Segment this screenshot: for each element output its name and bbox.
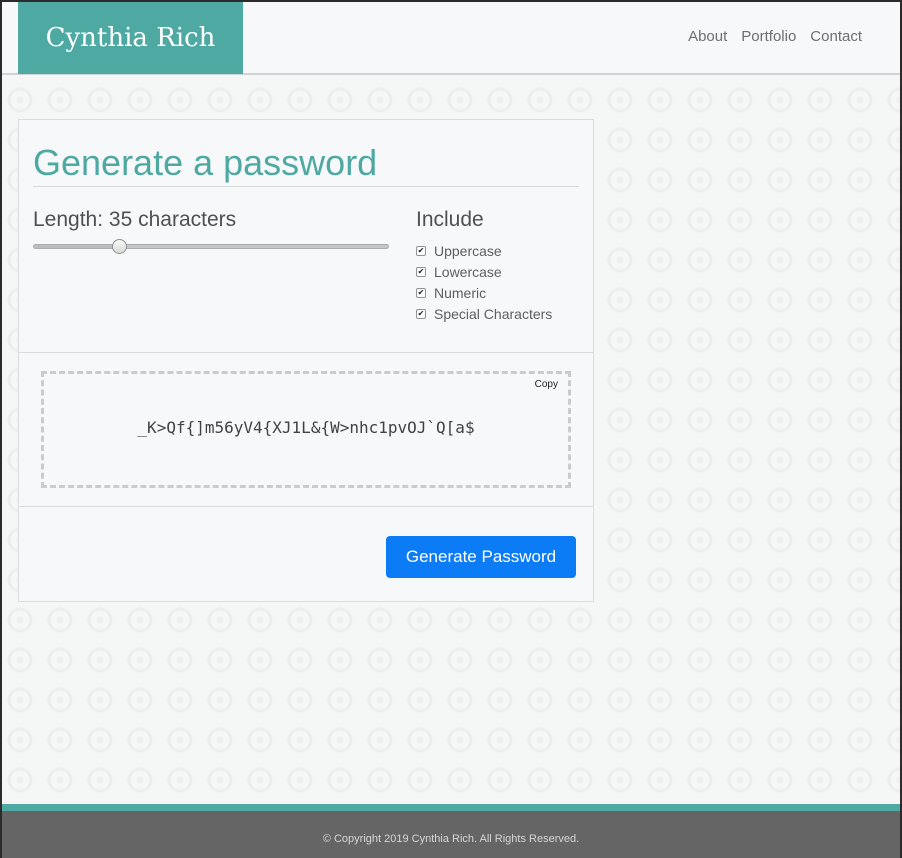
include-title: Include bbox=[416, 208, 484, 231]
window-edge-left bbox=[0, 0, 2, 858]
generate-password-button[interactable]: Generate Password bbox=[386, 536, 576, 578]
nav-contact-link[interactable]: Contact bbox=[810, 28, 862, 45]
length-slider[interactable] bbox=[33, 239, 389, 254]
option-special-characters[interactable]: ✔ Special Characters bbox=[416, 303, 552, 324]
include-options: Include ✔ Uppercase ✔ Lowercase ✔ Numeri… bbox=[416, 208, 552, 324]
uppercase-checkbox[interactable]: ✔ bbox=[416, 245, 426, 256]
main-nav: About Portfolio Contact bbox=[688, 28, 862, 45]
password-output-box: Copy _K>Qf{]m56yV4{XJ1L&{W>nhc1pvOJ`Q[a$ bbox=[41, 371, 571, 488]
section-divider bbox=[19, 352, 593, 353]
length-label: Length: 35 characters bbox=[33, 208, 237, 231]
password-generator-card: Generate a password Length: 35 character… bbox=[18, 119, 594, 602]
option-uppercase[interactable]: ✔ Uppercase bbox=[416, 240, 552, 261]
section-divider bbox=[19, 506, 593, 507]
generated-password[interactable]: _K>Qf{]m56yV4{XJ1L&{W>nhc1pvOJ`Q[a$ bbox=[44, 418, 568, 437]
option-label: Lowercase bbox=[434, 263, 502, 280]
brand-logo[interactable]: Cynthia Rich bbox=[18, 2, 243, 74]
nav-portfolio-link[interactable]: Portfolio bbox=[741, 28, 796, 45]
numeric-checkbox[interactable]: ✔ bbox=[416, 287, 426, 298]
special-characters-checkbox[interactable]: ✔ bbox=[416, 308, 426, 319]
footer-copyright: © Copyright 2019 Cynthia Rich. All Right… bbox=[322, 833, 580, 845]
site-header: Cynthia Rich About Portfolio Contact bbox=[2, 2, 900, 75]
option-label: Numeric bbox=[434, 284, 487, 301]
copy-button[interactable]: Copy bbox=[535, 379, 558, 390]
lowercase-checkbox[interactable]: ✔ bbox=[416, 266, 426, 277]
slider-thumb[interactable] bbox=[111, 239, 127, 254]
page-title: Generate a password bbox=[33, 142, 579, 187]
option-lowercase[interactable]: ✔ Lowercase bbox=[416, 261, 552, 282]
site-footer: © Copyright 2019 Cynthia Rich. All Right… bbox=[2, 804, 900, 858]
option-label: Special Characters bbox=[434, 305, 553, 322]
slider-fill bbox=[34, 245, 119, 248]
option-numeric[interactable]: ✔ Numeric bbox=[416, 282, 552, 303]
option-label: Uppercase bbox=[434, 242, 502, 259]
nav-about-link[interactable]: About bbox=[688, 28, 727, 45]
